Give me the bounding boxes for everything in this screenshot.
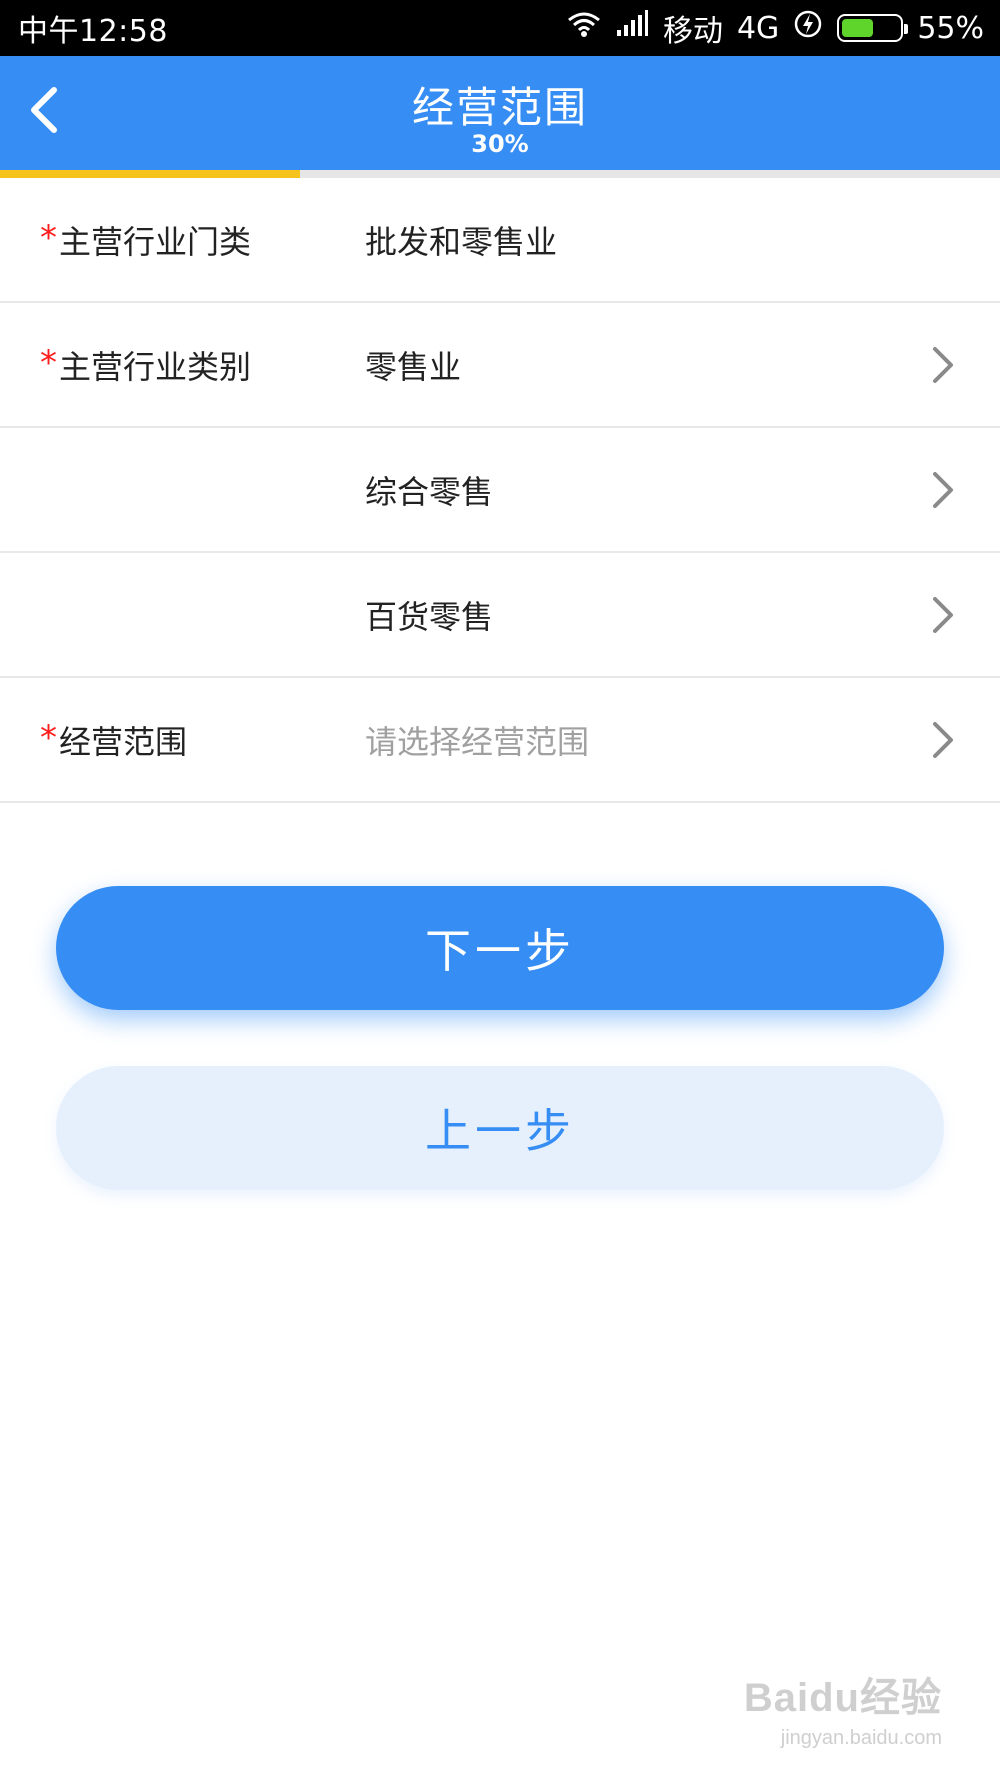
form-row-industry-type[interactable]: * 主营行业类别 零售业 bbox=[0, 303, 1000, 428]
status-bar: 中午12:58 移动 4G 55% bbox=[0, 0, 1000, 56]
charging-icon bbox=[793, 9, 823, 47]
form-list: * 主营行业门类 批发和零售业 * 主营行业类别 零售业 综合零售 百货零售 *… bbox=[0, 178, 1000, 803]
required-mark: * bbox=[40, 217, 57, 258]
form-row-sub-type-1[interactable]: 综合零售 bbox=[0, 428, 1000, 553]
row-label-text: 主营行业类别 bbox=[59, 347, 252, 386]
status-indicators: 移动 4G 55% bbox=[567, 6, 984, 50]
chevron-right-icon[interactable] bbox=[928, 345, 958, 385]
carrier-text: 移动 bbox=[662, 14, 723, 49]
progress-percent: 30% bbox=[471, 130, 529, 158]
form-row-industry-category: * 主营行业门类 批发和零售业 bbox=[0, 178, 1000, 303]
row-value: 批发和零售业 bbox=[365, 222, 558, 261]
row-value: 综合零售 bbox=[365, 472, 494, 511]
form-row-business-scope[interactable]: * 经营范围 请选择经营范围 bbox=[0, 678, 1000, 803]
battery-percent: 55% bbox=[917, 10, 984, 46]
chevron-right-icon[interactable] bbox=[928, 720, 958, 760]
row-label: * 主营行业门类 bbox=[40, 217, 251, 263]
watermark-logo: Baidu经验 bbox=[743, 1676, 942, 1720]
chevron-right-icon[interactable] bbox=[928, 595, 958, 635]
row-label-text: 主营行业门类 bbox=[59, 222, 252, 261]
form-row-sub-type-2[interactable]: 百货零售 bbox=[0, 553, 1000, 678]
row-label-text: 经营范围 bbox=[59, 722, 188, 761]
status-time: 中午12:58 bbox=[18, 14, 168, 49]
required-mark: * bbox=[40, 717, 57, 758]
wifi-icon bbox=[567, 10, 601, 46]
row-label: * 主营行业类别 bbox=[40, 342, 251, 388]
required-mark: * bbox=[40, 342, 57, 383]
business-scope-placeholder[interactable]: 请选择经营范围 bbox=[365, 717, 589, 763]
page-title: 经营范围 bbox=[411, 83, 588, 132]
row-label: * 经营范围 bbox=[40, 717, 187, 763]
previous-step-button[interactable]: 上一步 bbox=[56, 1066, 944, 1190]
battery-icon bbox=[837, 14, 909, 42]
progress-bar bbox=[0, 170, 1000, 178]
battery-level-fill bbox=[842, 19, 874, 37]
watermark-url: jingyan.baidu.com bbox=[780, 1727, 942, 1749]
app-header: 经营范围 30% bbox=[0, 56, 1000, 170]
signal-icon bbox=[615, 10, 649, 46]
network-text: 4G bbox=[736, 10, 780, 46]
progress-bar-fill bbox=[0, 170, 300, 178]
chevron-right-icon[interactable] bbox=[928, 470, 958, 510]
next-step-button[interactable]: 下一步 bbox=[56, 886, 944, 1010]
watermark: Baidu经验 jingyan.baidu.com bbox=[742, 1665, 942, 1765]
row-value: 百货零售 bbox=[365, 597, 494, 636]
row-value: 零售业 bbox=[365, 347, 462, 386]
